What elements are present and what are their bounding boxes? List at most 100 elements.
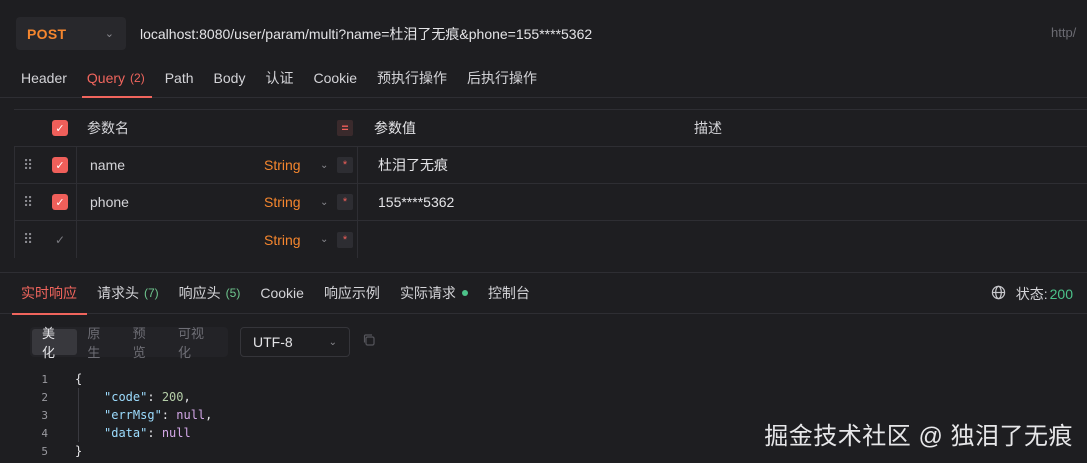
chevron-down-icon: ⌄ — [328, 336, 337, 348]
tab-count: (7) — [144, 286, 159, 300]
code-text: } — [75, 444, 83, 458]
json-value: null — [176, 408, 206, 422]
line-number: 1 — [41, 372, 48, 386]
json-key: "data" — [104, 426, 148, 440]
tab-response-example[interactable]: 响应示例 — [314, 272, 390, 314]
status-label: 状态: — [1015, 286, 1048, 302]
param-name[interactable]: name — [90, 157, 125, 173]
status-dot-icon — [461, 290, 468, 296]
drag-handle-icon[interactable]: ⠿ — [23, 194, 33, 211]
status-code: 200 — [1049, 286, 1073, 302]
param-type[interactable]: String — [264, 194, 301, 210]
tab-console[interactable]: 控制台 — [478, 272, 540, 314]
param-type[interactable]: String — [264, 157, 301, 173]
tab-post-script[interactable]: 后执行操作 — [457, 58, 547, 98]
method-select[interactable]: POST ⌄ — [16, 17, 126, 50]
tab-pre-script[interactable]: 预执行操作 — [367, 58, 457, 98]
tab-label: Body — [213, 69, 246, 86]
chevron-down-icon[interactable]: ⌄ — [320, 160, 328, 171]
line-number: 4 — [41, 426, 48, 440]
tab-request-headers[interactable]: 请求头 (7) — [87, 272, 169, 314]
tab-response-headers[interactable]: 响应头 (5) — [169, 272, 251, 314]
json-end: , — [205, 408, 213, 422]
code-line: 1 { — [0, 370, 1087, 388]
header-param-name: 参数名 — [87, 120, 129, 136]
format-preview-button[interactable]: 预览 — [123, 326, 168, 360]
response-tabs: 实时响应 请求头 (7) 响应头 (5) Cookie 响应示例 实际请求 控制台 … — [0, 272, 1087, 315]
tab-header[interactable]: Header — [0, 58, 77, 98]
param-type[interactable]: String — [264, 232, 301, 248]
url-right-fragment: http/ — [1051, 25, 1077, 40]
tab-count: (5) — [225, 286, 241, 300]
tab-label: 认证 — [265, 69, 294, 86]
tab-actual-request[interactable]: 实际请求 — [390, 272, 478, 314]
table-header: ✓ 参数名 = 参数值 描述 — [14, 109, 1087, 147]
query-params-table: ✓ 参数名 = 参数值 描述 ⠿ ✓ name String ⌄ * 杜泪了无痕… — [14, 109, 1087, 258]
row-checkbox[interactable]: ✓ — [52, 157, 68, 173]
required-star-icon[interactable]: * — [337, 157, 353, 173]
code-text: { — [75, 372, 83, 386]
row-checkbox[interactable]: ✓ — [52, 194, 68, 210]
tab-query[interactable]: Query (2) — [77, 58, 155, 98]
json-value: 200 — [161, 390, 184, 404]
line-number: 5 — [41, 444, 48, 458]
json-key: "code" — [104, 390, 148, 404]
required-star-icon[interactable]: * — [337, 194, 353, 210]
tab-path[interactable]: Path — [155, 58, 204, 98]
param-value[interactable]: 杜泪了无痕 — [378, 155, 448, 175]
response-status: 状态: 200 — [991, 273, 1073, 315]
header-description: 描述 — [694, 120, 722, 136]
code-text: "errMsg": null, — [104, 408, 212, 422]
tab-realtime-response[interactable]: 实时响应 — [0, 272, 87, 315]
row-checkbox[interactable]: ✓ — [52, 232, 68, 248]
line-number: 2 — [41, 390, 48, 404]
line-number: 3 — [41, 408, 48, 422]
drag-handle-icon[interactable]: ⠿ — [23, 157, 33, 174]
watermark: 掘金技术社区 @ 独泪了无痕 — [764, 423, 1073, 450]
globe-icon[interactable] — [991, 285, 1006, 304]
encoding-select[interactable]: UTF-8 ⌄ — [240, 327, 350, 357]
format-toggle-group: 美化 原生 预览 可视化 — [30, 326, 228, 360]
table-row: ⠿ ✓ String ⌄ * — [14, 221, 1087, 258]
param-name[interactable]: phone — [90, 194, 129, 210]
select-all-checkbox[interactable]: ✓ — [52, 120, 68, 136]
json-end: , — [183, 390, 191, 404]
code-line: 2 "code": 200, — [0, 388, 1087, 406]
tab-label: 响应示例 — [323, 285, 380, 301]
tab-label: 请求头 — [97, 285, 139, 301]
url-input[interactable] — [127, 17, 1087, 50]
chevron-down-icon: ⌄ — [104, 28, 114, 40]
tab-label: Query — [86, 69, 126, 86]
encoding-value: UTF-8 — [253, 334, 293, 350]
copy-icon[interactable] — [362, 333, 378, 349]
format-pretty-button[interactable]: 美化 — [32, 326, 78, 360]
format-raw-button[interactable]: 原生 — [77, 326, 122, 360]
required-star-icon[interactable]: * — [337, 231, 353, 248]
drag-handle-icon[interactable]: ⠿ — [23, 231, 33, 248]
json-key: "errMsg" — [104, 408, 162, 422]
json-value: null — [161, 426, 191, 440]
tab-label: 后执行操作 — [467, 69, 538, 86]
table-row: ⠿ ✓ phone String ⌄ * 155****5362 — [14, 184, 1087, 221]
code-text: "data": null — [104, 426, 191, 440]
code-text: "code": 200, — [104, 390, 191, 404]
param-value[interactable]: 155****5362 — [378, 194, 454, 210]
table-row: ⠿ ✓ name String ⌄ * 杜泪了无痕 — [14, 147, 1087, 184]
tab-response-cookie[interactable]: Cookie — [250, 272, 314, 314]
tab-label: Cookie — [260, 285, 304, 301]
equals-icon[interactable]: = — [337, 120, 353, 136]
tab-body[interactable]: Body — [204, 58, 256, 98]
format-visualize-button[interactable]: 可视化 — [168, 326, 226, 360]
chevron-down-icon[interactable]: ⌄ — [320, 234, 328, 245]
request-tabs: Header Query (2) Path Body 认证 Cookie 预执行操… — [0, 58, 1087, 98]
method-label: POST — [27, 25, 67, 42]
tab-cookie[interactable]: Cookie — [303, 58, 367, 98]
json-sep: : — [147, 426, 162, 440]
header-param-value: 参数值 — [374, 120, 416, 136]
tab-auth[interactable]: 认证 — [255, 58, 303, 98]
tab-label: 控制台 — [487, 285, 530, 301]
chevron-down-icon[interactable]: ⌄ — [320, 197, 328, 208]
tab-label: 预执行操作 — [377, 69, 448, 86]
url-bar: POST ⌄ http/ — [0, 0, 1087, 64]
json-sep: : — [161, 408, 177, 422]
